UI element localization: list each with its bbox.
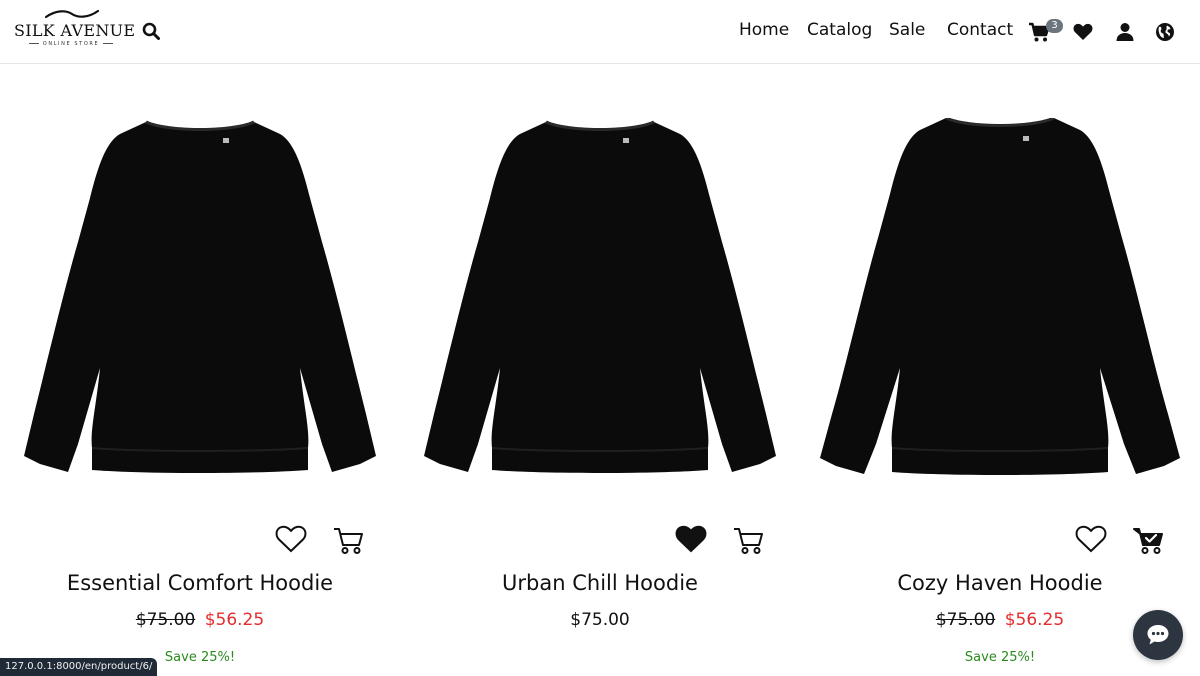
- wishlist-heart-icon[interactable]: [1074, 522, 1108, 556]
- add-to-cart-icon[interactable]: [332, 523, 366, 557]
- nav-contact[interactable]: Contact: [947, 20, 1013, 44]
- nav-home[interactable]: Home: [739, 20, 789, 44]
- product-card[interactable]: Cozy Haven Hoodie $75.00 $56.25 Save 25%…: [800, 64, 1200, 676]
- product-image-sweatshirt[interactable]: [418, 118, 782, 498]
- search-icon[interactable]: [142, 22, 160, 40]
- product-image-sweatshirt[interactable]: [18, 118, 382, 498]
- price-line: $75.00 $56.25: [0, 610, 400, 630]
- wishlist-heart-filled-icon[interactable]: [674, 522, 708, 556]
- regular-price: $75.00: [570, 610, 630, 630]
- logo[interactable]: SILK AVENUE ONLINE STORE: [14, 8, 136, 48]
- product-card[interactable]: Essential Comfort Hoodie $75.00 $56.25 S…: [0, 64, 400, 676]
- product-image-sweatshirt[interactable]: [818, 118, 1182, 498]
- sale-price: $56.25: [204, 610, 265, 630]
- nav-catalog[interactable]: Catalog: [807, 20, 872, 44]
- chat-bubble-icon: [1147, 625, 1169, 645]
- status-bar-url: 127.0.0.1:8000/en/product/6/: [0, 658, 158, 676]
- original-price: $75.00: [135, 610, 196, 630]
- cart-count-badge: 3: [1046, 19, 1063, 33]
- nav-sale[interactable]: Sale: [889, 20, 925, 44]
- heart-icon[interactable]: [1072, 21, 1094, 43]
- sale-price: $56.25: [1004, 610, 1065, 630]
- in-cart-check-icon[interactable]: [1132, 523, 1166, 557]
- site-header: SILK AVENUE ONLINE STORE Home Catalog Sa…: [0, 0, 1200, 64]
- product-name[interactable]: Urban Chill Hoodie: [400, 571, 800, 595]
- original-price: $75.00: [935, 610, 996, 630]
- price-line: $75.00: [400, 610, 800, 630]
- user-icon[interactable]: [1114, 21, 1136, 43]
- product-card[interactable]: Urban Chill Hoodie $75.00: [400, 64, 800, 676]
- chat-button[interactable]: [1133, 610, 1183, 660]
- logo-swoosh-icon: [44, 9, 100, 19]
- product-name[interactable]: Cozy Haven Hoodie: [800, 571, 1200, 595]
- logo-brand: SILK AVENUE: [14, 21, 136, 40]
- logo-tagline: ONLINE STORE: [14, 41, 128, 47]
- globe-icon[interactable]: [1154, 21, 1176, 43]
- product-name[interactable]: Essential Comfort Hoodie: [0, 571, 400, 595]
- add-to-cart-icon[interactable]: [732, 523, 766, 557]
- wishlist-heart-icon[interactable]: [274, 522, 308, 556]
